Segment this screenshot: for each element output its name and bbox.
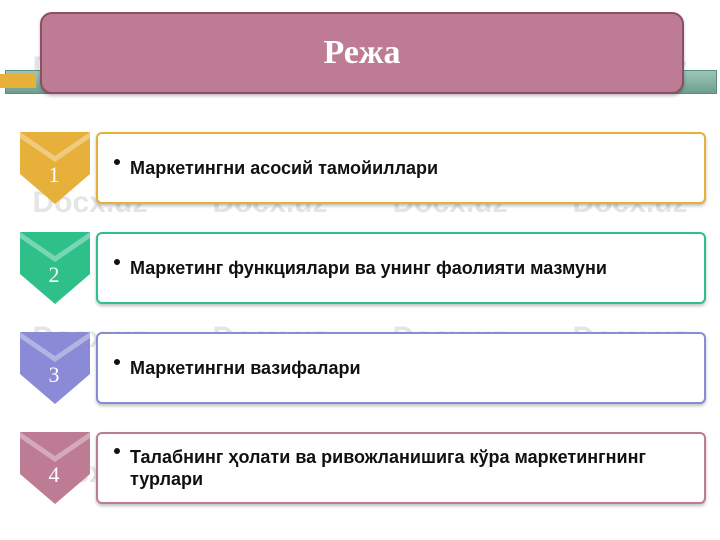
- item-card: Маркетинг функциялари ва унинг фаолияти …: [96, 232, 706, 304]
- chevron-down-icon: 1: [18, 132, 98, 210]
- item-text: Талабнинг ҳолати ва ривожланишига кўра м…: [130, 446, 690, 491]
- list-item: 3 Маркетингни вазифалари: [18, 332, 706, 410]
- slide: Docx.uz Docx.uz Docx.uz Docx.uz Docx.uz …: [0, 0, 720, 540]
- page-title: Режа: [323, 34, 400, 72]
- chevron-down-icon: 3: [18, 332, 98, 410]
- item-card: Маркетингни асосий тамойиллари: [96, 132, 706, 204]
- bullet-icon: [114, 159, 120, 165]
- title-box: Режа: [40, 12, 684, 94]
- item-card: Маркетингни вазифалари: [96, 332, 706, 404]
- item-text: Маркетингни вазифалари: [130, 357, 361, 380]
- item-number: 2: [18, 262, 90, 288]
- bullet-icon: [114, 359, 120, 365]
- item-number: 3: [18, 362, 90, 388]
- item-text: Маркетингни асосий тамойиллари: [130, 157, 438, 180]
- bullet-icon: [114, 448, 120, 454]
- chevron-down-icon: 2: [18, 232, 98, 310]
- list-item: 2 Маркетинг функциялари ва унинг фаолият…: [18, 232, 706, 310]
- bullet-icon: [114, 259, 120, 265]
- agenda-list: 1 Маркетингни асосий тамойиллари 2: [18, 132, 706, 532]
- item-number: 4: [18, 462, 90, 488]
- item-card: Талабнинг ҳолати ва ривожланишига кўра м…: [96, 432, 706, 504]
- list-item: 4 Талабнинг ҳолати ва ривожланишига кўра…: [18, 432, 706, 510]
- item-number: 1: [18, 162, 90, 188]
- list-item: 1 Маркетингни асосий тамойиллари: [18, 132, 706, 210]
- header-accent: [0, 74, 36, 88]
- chevron-down-icon: 4: [18, 432, 98, 510]
- item-text: Маркетинг функциялари ва унинг фаолияти …: [130, 257, 607, 280]
